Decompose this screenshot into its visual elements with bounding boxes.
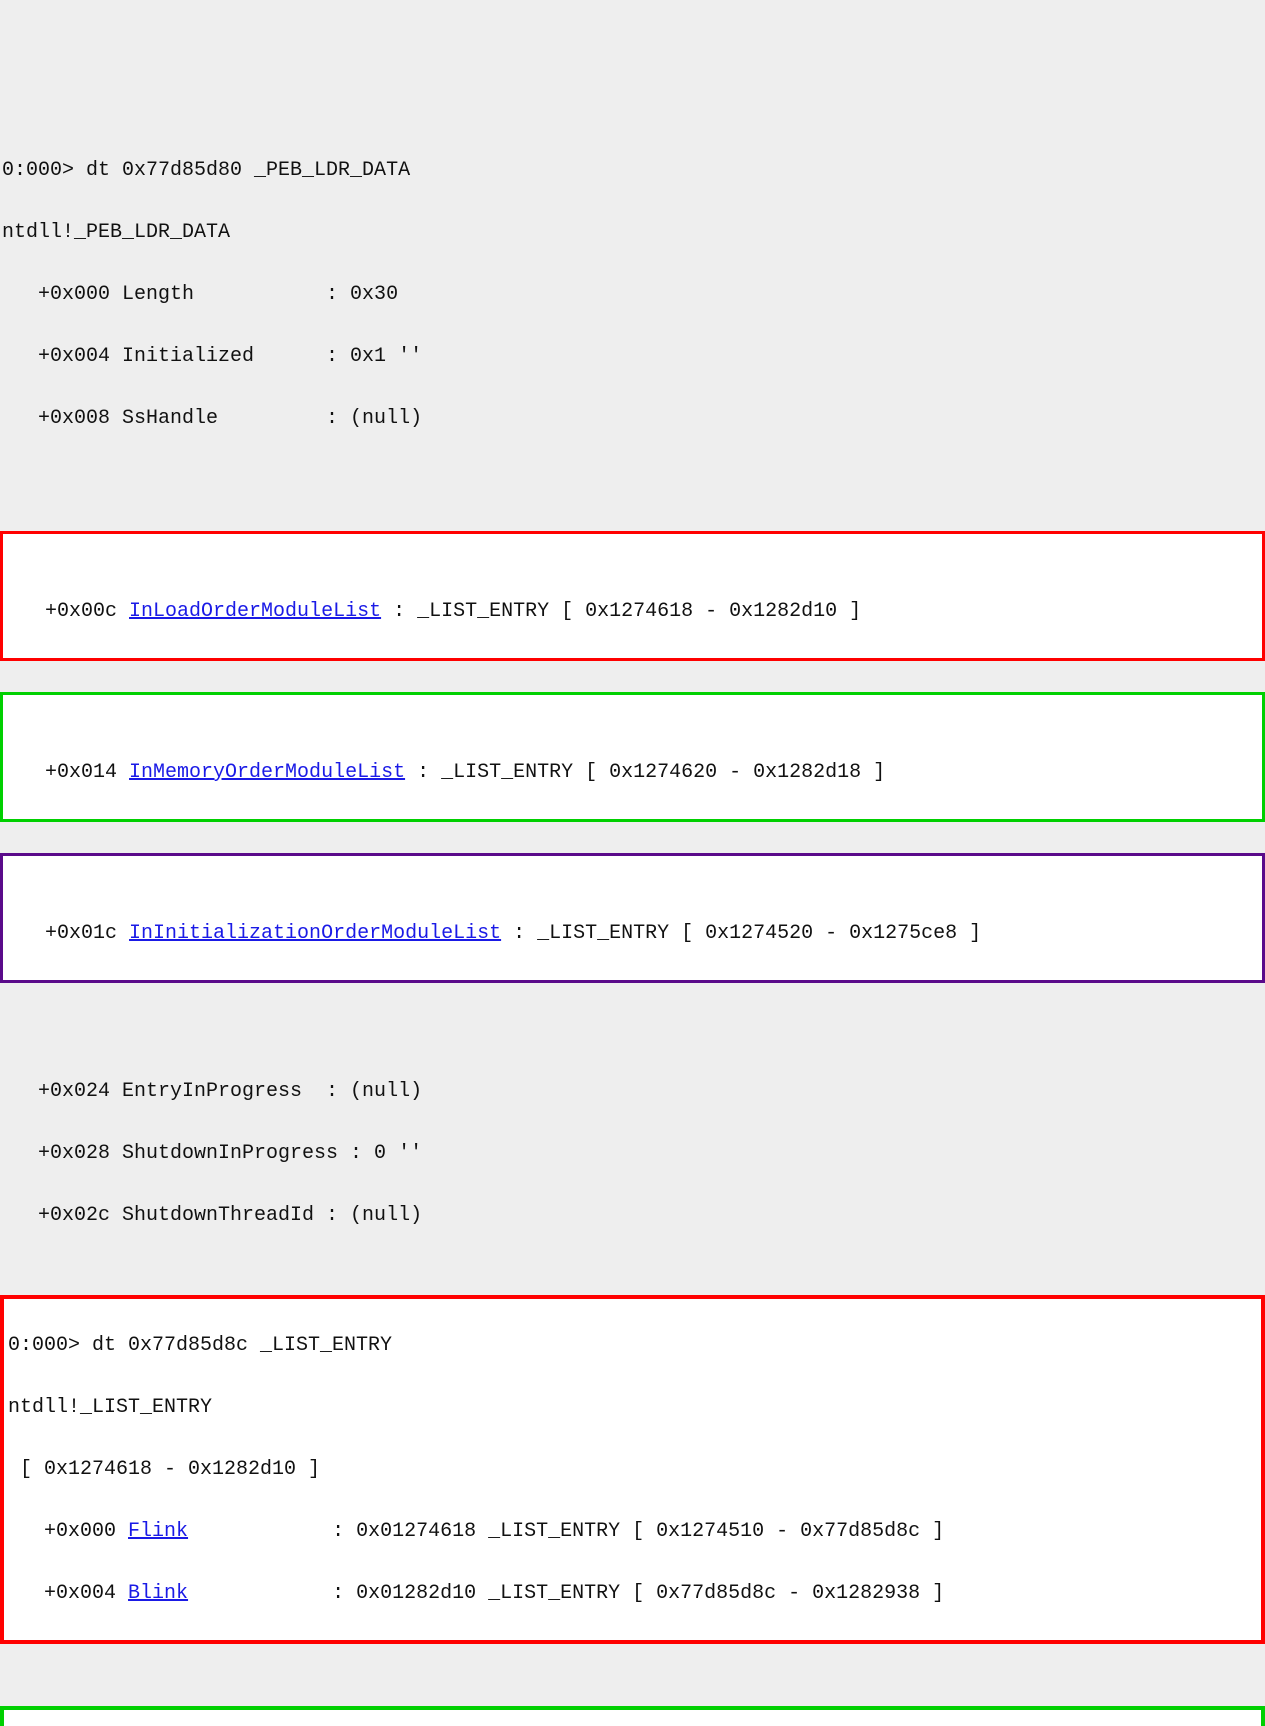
field-inmemoryorder: +0x014 InMemoryOrderModuleList : _LIST_E… <box>3 757 1262 788</box>
blink-link[interactable]: Blink <box>128 1582 188 1605</box>
field-entryinprogress: +0x024 EntryInProgress : (null) <box>0 1076 1265 1107</box>
ininitorder-link[interactable]: InInitializationOrderModuleList <box>129 922 501 945</box>
cmd-line: 0:000> dt 0x77d85d80 _PEB_LDR_DATA <box>0 155 1265 186</box>
debugger-output: 0:000> dt 0x77d85d80 _PEB_LDR_DATA ntdll… <box>0 124 1265 1726</box>
field-initialized: +0x004 Initialized : 0x1 '' <box>0 341 1265 372</box>
field-blink: +0x004 Blink : 0x01282d10 _LIST_ENTRY [ … <box>6 1578 1261 1609</box>
struct-name: ntdll!_LIST_ENTRY <box>6 1392 1261 1423</box>
field-sshandle: +0x008 SsHandle : (null) <box>0 403 1265 434</box>
struct-name: ntdll!_PEB_LDR_DATA <box>0 217 1265 248</box>
field-inloadorder-box: +0x00c InLoadOrderModuleList : _LIST_ENT… <box>0 531 1265 661</box>
list-range: [ 0x1274618 - 0x1282d10 ] <box>6 1454 1261 1485</box>
inmemoryorder-link[interactable]: InMemoryOrderModuleList <box>129 761 405 784</box>
field-ininitorder-box: +0x01c InInitializationOrderModuleList :… <box>0 853 1265 983</box>
field-flink: +0x000 Flink : 0x01274618 _LIST_ENTRY [ … <box>6 1516 1261 1547</box>
cmd-line: 0:000> dt 0x77d85d8c _LIST_ENTRY <box>6 1330 1261 1361</box>
field-length: +0x000 Length : 0x30 <box>0 279 1265 310</box>
field-ininitorder: +0x01c InInitializationOrderModuleList :… <box>3 918 1262 949</box>
list-entry-2-box: 0:000> dt 0x77d85d94 _LIST_ENTRY ntdll!_… <box>0 1706 1265 1726</box>
list-entry-1-box: 0:000> dt 0x77d85d8c _LIST_ENTRY ntdll!_… <box>0 1295 1265 1644</box>
field-inmemoryorder-box: +0x014 InMemoryOrderModuleList : _LIST_E… <box>0 692 1265 822</box>
field-shutdownthreadid: +0x02c ShutdownThreadId : (null) <box>0 1200 1265 1231</box>
inloadorder-link[interactable]: InLoadOrderModuleList <box>129 600 381 623</box>
field-shutdowninprogress: +0x028 ShutdownInProgress : 0 '' <box>0 1138 1265 1169</box>
field-inloadorder: +0x00c InLoadOrderModuleList : _LIST_ENT… <box>3 596 1262 627</box>
flink-link[interactable]: Flink <box>128 1520 188 1543</box>
